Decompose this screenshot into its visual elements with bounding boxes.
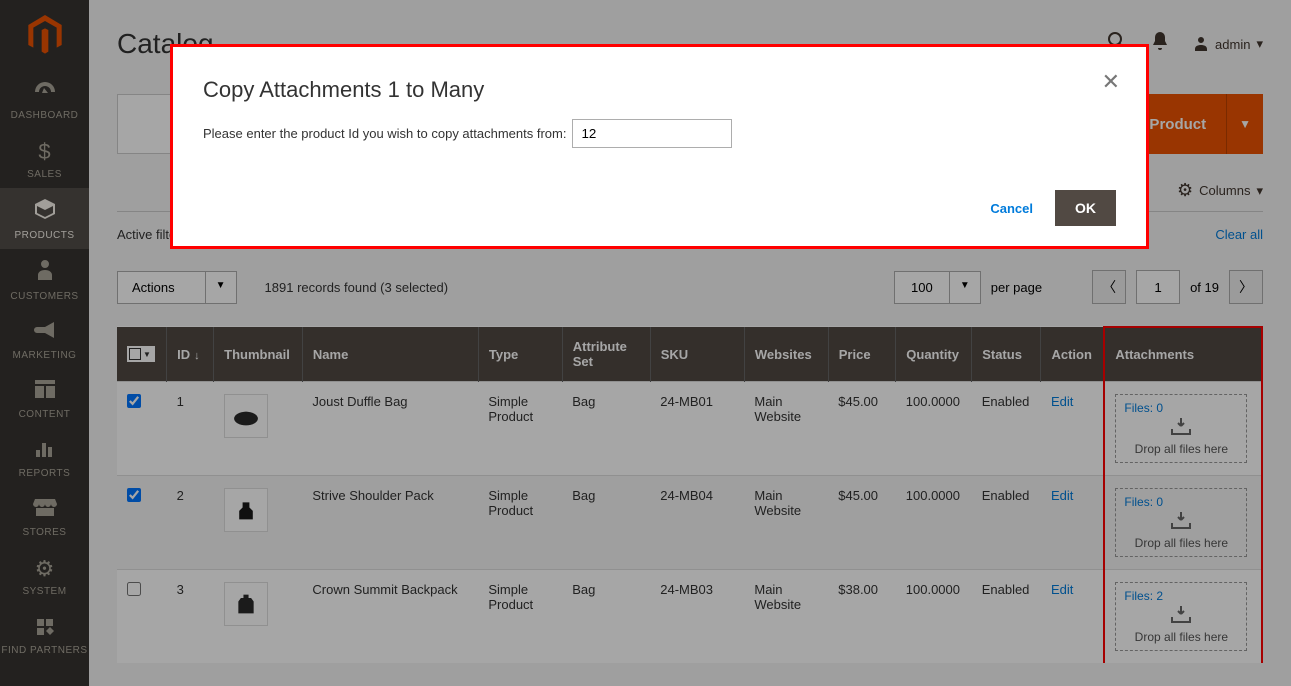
cancel-button[interactable]: Cancel xyxy=(990,201,1033,216)
modal-prompt: Please enter the product Id you wish to … xyxy=(203,126,566,141)
copy-attachments-modal: ✕ Copy Attachments 1 to Many Please ente… xyxy=(170,44,1149,249)
close-icon[interactable]: ✕ xyxy=(1102,69,1120,95)
modal-title: Copy Attachments 1 to Many xyxy=(203,77,1116,103)
product-id-input[interactable] xyxy=(572,119,732,148)
ok-button[interactable]: OK xyxy=(1055,190,1116,226)
